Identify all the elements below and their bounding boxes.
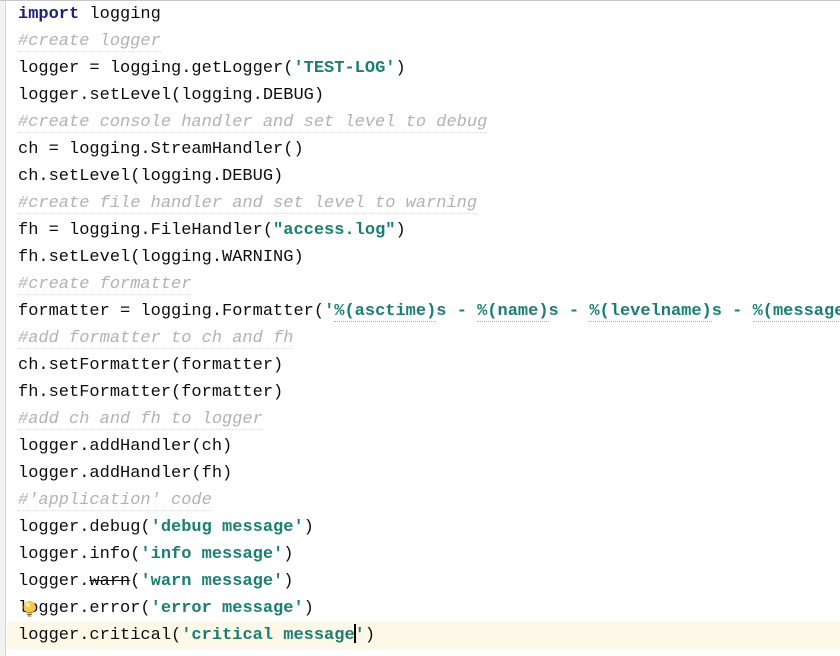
code-editor[interactable]: import logging #create logger logger = log… <box>0 0 840 656</box>
code-token-plain: ( <box>130 572 141 591</box>
editor-gutter[interactable] <box>0 1 6 656</box>
code-token-string: "access.log" <box>273 221 396 240</box>
code-line[interactable]: #create file handler and set level to wa… <box>7 190 840 217</box>
code-token-plain: logger.addHandler(ch) <box>18 437 233 456</box>
code-token-fmt: %(levelname) <box>589 302 712 322</box>
code-token-string: 'TEST-LOG' <box>293 59 396 78</box>
code-line[interactable]: logger.error('error message') <box>7 595 840 622</box>
code-token-comment: #add ch and fh to logger <box>18 410 263 430</box>
code-token-deprecated: warn <box>89 572 131 591</box>
code-token-string: 'error message' <box>150 599 304 618</box>
code-token-plain: logger.debug( <box>18 518 151 537</box>
code-line[interactable]: fh.setFormatter(formatter) <box>7 379 840 406</box>
code-token-comment: #create formatter <box>18 275 192 295</box>
code-token-plain: ) <box>303 599 314 618</box>
code-token-plain: logger.critical( <box>18 626 182 645</box>
code-token-plain: logger.setLevel(logging.DEBUG) <box>18 86 325 105</box>
code-line[interactable]: logger.addHandler(ch) <box>7 433 840 460</box>
code-token-plain: ch.setFormatter(formatter) <box>18 356 284 375</box>
code-token-comment: #create file handler and set level to wa… <box>18 194 478 214</box>
code-token-string: ' <box>354 626 365 645</box>
code-token-plain: fh = logging.FileHandler( <box>18 221 274 240</box>
code-line[interactable]: fh.setLevel(logging.WARNING) <box>7 244 840 271</box>
code-token-plain: logger.addHandler(fh) <box>18 464 233 483</box>
code-token-plain: formatter = logging.Formatter( <box>18 302 325 321</box>
code-token-string: s - <box>436 302 478 321</box>
code-token-comment: #create console handler and set level to… <box>18 113 488 133</box>
code-token-string: ' <box>324 302 335 321</box>
code-token-string: s - <box>711 302 753 321</box>
code-token-plain: ) <box>283 572 294 591</box>
code-line[interactable]: formatter = logging.Formatter('%(asctime… <box>7 298 840 325</box>
code-token-plain: logger.error( <box>18 599 151 618</box>
code-token-plain: fh.setLevel(logging.WARNING) <box>18 248 304 267</box>
code-line[interactable]: ch.setFormatter(formatter) <box>7 352 840 379</box>
code-text-area[interactable]: import logging #create logger logger = log… <box>7 1 840 656</box>
code-token-plain: ) <box>395 221 406 240</box>
code-token-comment: #add formatter to ch and fh <box>18 329 294 349</box>
code-token-plain: fh.setFormatter(formatter) <box>18 383 284 402</box>
code-token-plain: logger. <box>18 572 90 591</box>
code-line[interactable]: logger.debug('debug message') <box>7 514 840 541</box>
code-token-string: 'warn message' <box>140 572 284 591</box>
code-token-plain: ) <box>283 545 294 564</box>
code-line[interactable]: #create console handler and set level to… <box>7 109 840 136</box>
code-token-string: 'debug message' <box>150 518 304 537</box>
code-line[interactable]: #create logger <box>7 28 840 55</box>
code-line[interactable]: fh = logging.FileHandler("access.log") <box>7 217 840 244</box>
code-line[interactable]: logger.critical('critical message') <box>7 622 840 649</box>
code-line[interactable]: logger = logging.getLogger('TEST-LOG') <box>7 55 840 82</box>
code-token-plain: ch = logging.StreamHandler() <box>18 140 304 159</box>
code-token-string: s - <box>548 302 590 321</box>
code-token-plain: ) <box>364 626 376 645</box>
code-token-comment: #create logger <box>18 32 161 52</box>
code-token-fmt: %(name) <box>477 302 549 322</box>
code-token-plain: logging <box>79 5 161 24</box>
code-token-string: 'critical message <box>181 626 355 645</box>
code-token-plain: ch.setLevel(logging.DEBUG) <box>18 167 284 186</box>
code-token-plain: ) <box>395 59 406 78</box>
code-line[interactable]: import logging <box>7 1 840 28</box>
code-token-fmt: %(asctime) <box>334 302 437 322</box>
code-line[interactable]: #add ch and fh to logger <box>7 406 840 433</box>
code-line[interactable]: #'application' code <box>7 487 840 514</box>
code-token-comment: #'application' code <box>18 491 212 511</box>
code-token-string: 'info message' <box>140 545 284 564</box>
code-token-plain: logger.info( <box>18 545 141 564</box>
code-line[interactable]: logger.warn('warn message') <box>7 568 840 595</box>
code-token-plain: ) <box>303 518 314 537</box>
code-token-fmt: %(message) <box>752 302 840 322</box>
code-line[interactable]: logger.addHandler(fh) <box>7 460 840 487</box>
code-token-keyword: import <box>18 5 80 24</box>
code-line[interactable]: logger.info('info message') <box>7 541 840 568</box>
code-line[interactable]: #create formatter <box>7 271 840 298</box>
code-line[interactable]: ch.setLevel(logging.DEBUG) <box>7 163 840 190</box>
code-line[interactable]: #add formatter to ch and fh <box>7 325 840 352</box>
code-line[interactable]: logger.setLevel(logging.DEBUG) <box>7 82 840 109</box>
code-line[interactable]: ch = logging.StreamHandler() <box>7 136 840 163</box>
code-token-plain: logger = logging.getLogger( <box>18 59 294 78</box>
